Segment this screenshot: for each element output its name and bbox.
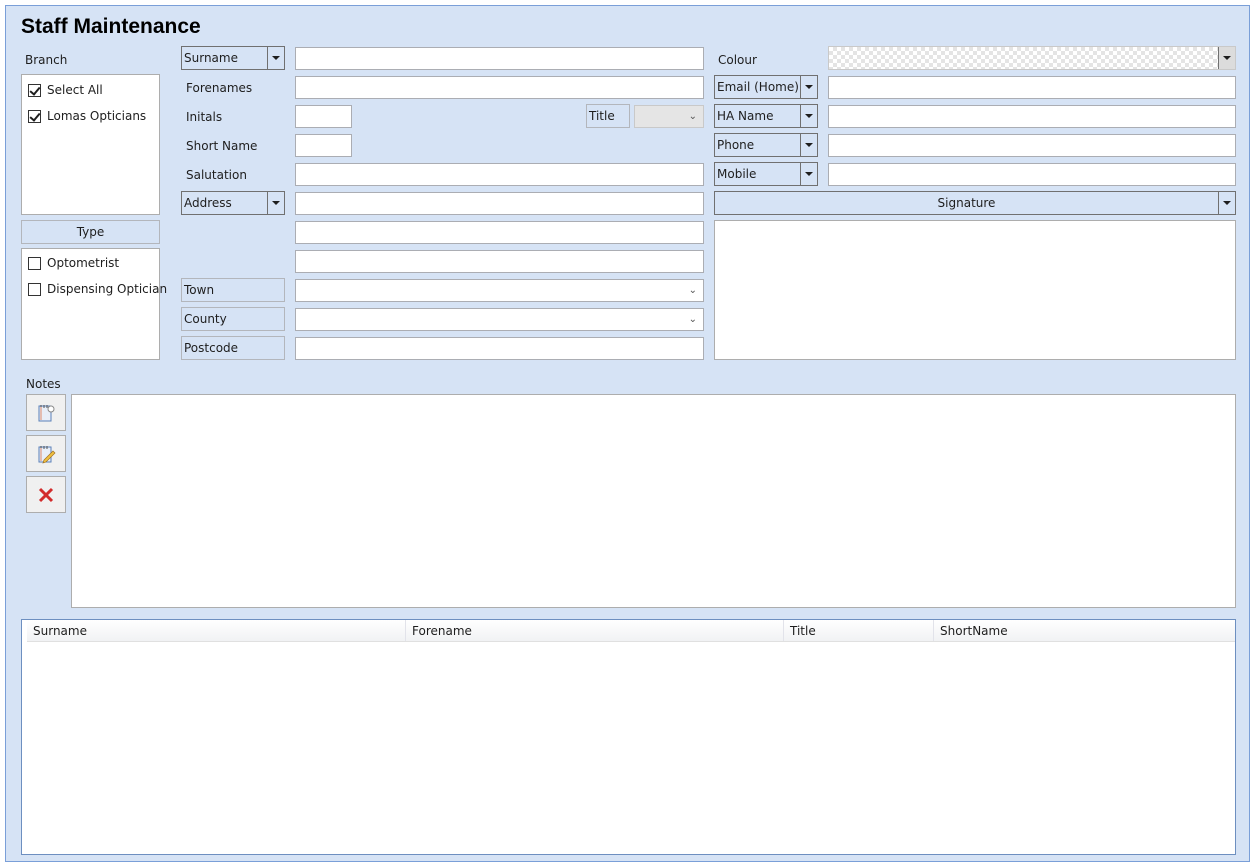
colour-picker[interactable]	[828, 46, 1236, 70]
chevron-down-icon[interactable]	[800, 105, 817, 127]
phone-input[interactable]	[828, 134, 1236, 157]
chevron-down-icon[interactable]	[800, 76, 817, 98]
column-header-shortname[interactable]: ShortName	[934, 620, 1235, 641]
edit-note-icon	[38, 445, 56, 464]
staff-maintenance-window: Staff Maintenance Branch Select All Loma…	[5, 5, 1250, 862]
new-note-button[interactable]	[26, 394, 66, 431]
notes-textarea[interactable]	[71, 394, 1236, 608]
ha-type-value: HA Name	[717, 109, 774, 123]
title-dropdown[interactable]: ⌄	[634, 105, 704, 128]
signature-selector-value: Signature	[937, 196, 996, 210]
address-line1-input[interactable]	[295, 192, 704, 215]
forenames-label: Forenames	[186, 81, 253, 95]
type-header: Type	[21, 220, 160, 244]
type-item-label: Optometrist	[47, 256, 120, 270]
chevron-down-icon[interactable]	[1218, 47, 1235, 69]
checkbox-optometrist[interactable]	[28, 256, 41, 270]
column-header-title[interactable]: Title	[784, 620, 934, 641]
short-name-input[interactable]	[295, 134, 352, 157]
type-item-label: Dispensing Optician	[47, 282, 168, 296]
delete-note-icon	[38, 487, 54, 502]
branch-label: Branch	[25, 53, 68, 67]
email-input[interactable]	[828, 76, 1236, 99]
delete-note-button[interactable]	[26, 476, 66, 513]
salutation-label: Salutation	[186, 168, 247, 182]
county-dropdown[interactable]: ⌄	[295, 308, 704, 331]
checkbox-select-all[interactable]	[28, 83, 41, 97]
branch-item-label: Select All	[47, 83, 103, 97]
type-list: Optometrist Dispensing Optician	[21, 248, 167, 360]
phone-type-value: Phone	[717, 138, 755, 152]
grid-header: Surname Forename Title ShortName	[27, 620, 1235, 642]
chevron-down-icon: ⌄	[688, 314, 697, 325]
mobile-type-value: Mobile	[717, 167, 757, 181]
chevron-down-icon[interactable]	[267, 192, 284, 214]
forenames-input[interactable]	[295, 76, 704, 99]
email-type-value: Email (Home)	[717, 80, 799, 94]
colour-swatch	[829, 47, 1218, 69]
branch-item-label: Lomas Opticians	[47, 109, 147, 123]
initials-input[interactable]	[295, 105, 352, 128]
checkbox-lomas-opticians[interactable]	[28, 109, 41, 123]
name-field-selector-value: Surname	[184, 51, 238, 65]
title-label: Title	[586, 104, 630, 128]
staff-grid[interactable]: Surname Forename Title ShortName	[21, 619, 1236, 855]
new-note-icon	[38, 404, 55, 421]
postcode-label: Postcode	[181, 336, 285, 360]
branch-item-select-all[interactable]: Select All	[22, 77, 159, 103]
branch-item-lomas-opticians[interactable]: Lomas Opticians	[22, 103, 159, 129]
mobile-input[interactable]	[828, 163, 1236, 186]
address-line3-input[interactable]	[295, 250, 704, 273]
type-item-optometrist[interactable]: Optometrist	[22, 250, 159, 276]
phone-type-selector[interactable]: Phone	[714, 133, 818, 157]
ha-name-input[interactable]	[828, 105, 1236, 128]
email-type-selector[interactable]: Email (Home)	[714, 75, 818, 99]
signature-selector[interactable]: Signature	[714, 191, 1236, 215]
name-field-selector[interactable]: Surname	[181, 46, 285, 70]
mobile-type-selector[interactable]: Mobile	[714, 162, 818, 186]
page-title: Staff Maintenance	[21, 15, 201, 38]
chevron-down-icon: ⌄	[688, 285, 697, 296]
county-label: County	[181, 307, 285, 331]
colour-label: Colour	[718, 53, 757, 67]
postcode-input[interactable]	[295, 337, 704, 360]
town-dropdown[interactable]: ⌄	[295, 279, 704, 302]
edit-note-button[interactable]	[26, 435, 66, 472]
initials-label: Initals	[186, 110, 223, 124]
address-line2-input[interactable]	[295, 221, 704, 244]
column-header-forename[interactable]: Forename	[406, 620, 784, 641]
column-header-surname[interactable]: Surname	[27, 620, 406, 641]
branch-list: Select All Lomas Opticians	[21, 74, 160, 215]
salutation-input[interactable]	[295, 163, 704, 186]
chevron-down-icon[interactable]	[267, 47, 284, 69]
surname-input[interactable]	[295, 47, 704, 70]
chevron-down-icon: ⌄	[688, 111, 697, 122]
notes-label: Notes	[26, 377, 61, 391]
signature-area[interactable]	[714, 220, 1236, 360]
address-selector[interactable]: Address	[181, 191, 285, 215]
address-selector-value: Address	[184, 196, 232, 210]
town-label: Town	[181, 278, 285, 302]
chevron-down-icon[interactable]	[1218, 192, 1235, 214]
chevron-down-icon[interactable]	[800, 163, 817, 185]
ha-type-selector[interactable]: HA Name	[714, 104, 818, 128]
chevron-down-icon[interactable]	[800, 134, 817, 156]
type-item-dispensing-optician[interactable]: Dispensing Optician	[22, 276, 167, 302]
checkbox-dispensing-optician[interactable]	[28, 282, 41, 296]
short-name-label: Short Name	[186, 139, 258, 153]
